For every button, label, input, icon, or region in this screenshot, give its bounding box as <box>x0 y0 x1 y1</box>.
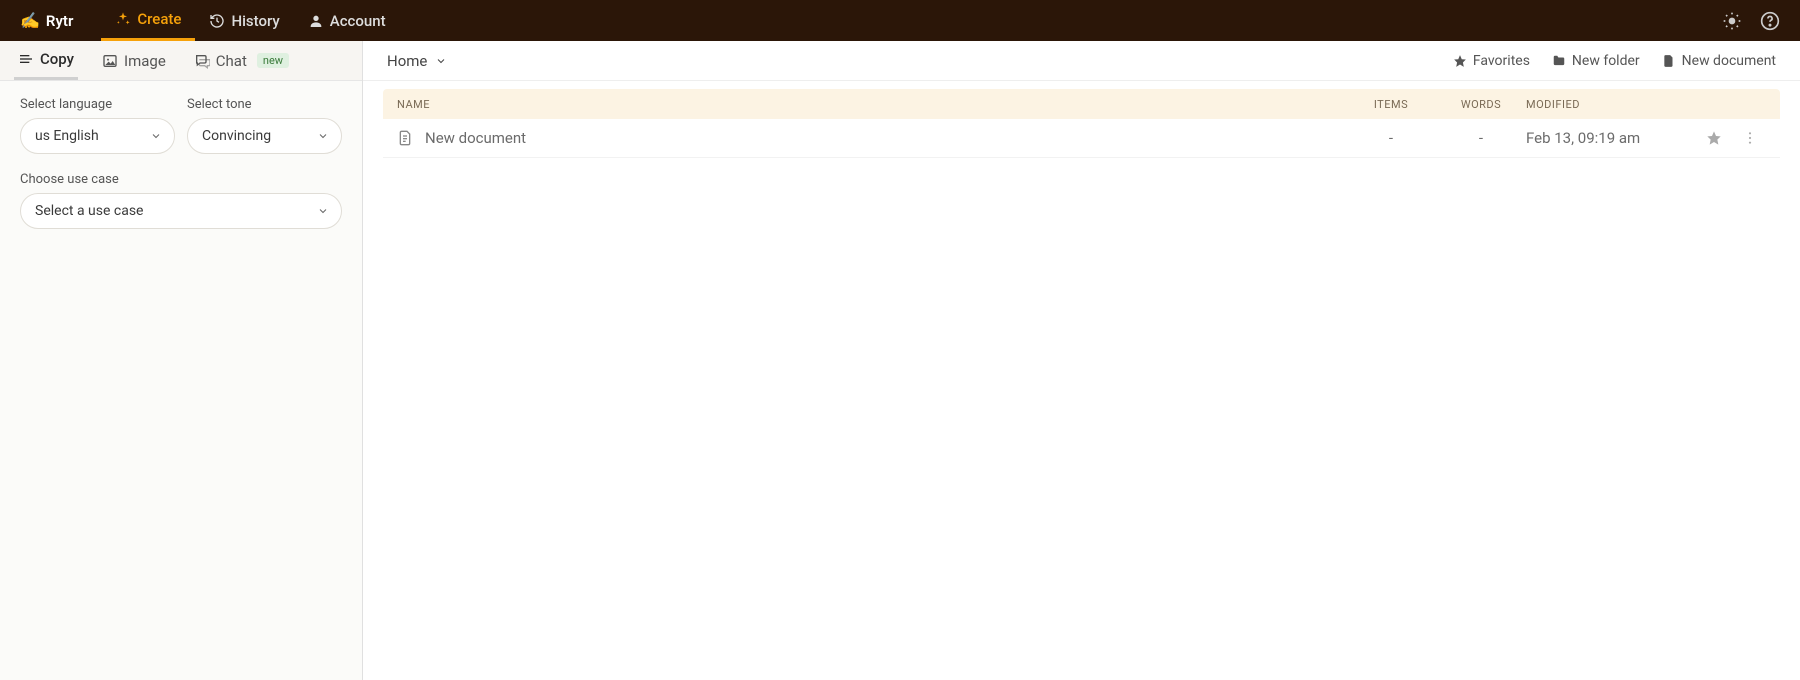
image-icon <box>102 53 118 69</box>
person-icon <box>308 13 324 29</box>
col-words-header: Words <box>1436 98 1526 111</box>
row-modified: Feb 13, 09:19 am <box>1526 129 1686 147</box>
row-words: - <box>1436 129 1526 147</box>
subtab-image[interactable]: Image <box>98 41 170 80</box>
new-folder-label: New folder <box>1572 53 1640 69</box>
language-label: Select language <box>20 97 175 112</box>
subtab-copy-label: Copy <box>40 50 74 68</box>
col-name-header: Name <box>397 98 1346 111</box>
folder-plus-icon <box>1552 54 1566 68</box>
col-items-header: Items <box>1346 98 1436 111</box>
tone-select-value: Convincing <box>202 128 271 144</box>
new-folder-button[interactable]: New folder <box>1552 53 1640 69</box>
new-document-button[interactable]: New document <box>1662 53 1776 69</box>
subtab-chat-label: Chat <box>216 52 247 70</box>
history-icon <box>209 13 225 29</box>
table-row[interactable]: New document - - Feb 13, 09:19 am <box>383 119 1780 158</box>
tone-select[interactable]: Convincing <box>187 118 342 154</box>
nav-create[interactable]: Create <box>101 0 195 41</box>
row-items: - <box>1346 129 1436 147</box>
brand-logo-icon: ✍️ <box>20 11 40 30</box>
brand[interactable]: ✍️ Rytr <box>20 11 73 30</box>
subtab-image-label: Image <box>124 52 166 70</box>
chat-icon <box>194 53 210 69</box>
chevron-down-icon <box>317 130 329 142</box>
breadcrumb[interactable]: Home <box>387 52 447 70</box>
tone-label: Select tone <box>187 97 342 112</box>
nav-account[interactable]: Account <box>294 0 400 41</box>
document-icon <box>397 130 413 146</box>
chevron-down-icon <box>435 55 447 67</box>
content-toolbar: Home Favorites New folder New document <box>363 41 1800 81</box>
favorites-button[interactable]: Favorites <box>1453 53 1530 69</box>
brand-name: Rytr <box>46 12 73 30</box>
new-document-label: New document <box>1682 53 1776 69</box>
breadcrumb-label: Home <box>387 52 427 70</box>
subtab-copy[interactable]: Copy <box>14 41 78 80</box>
language-select-value: us English <box>35 128 99 144</box>
help-icon[interactable] <box>1760 11 1780 31</box>
theme-toggle-icon[interactable] <box>1722 11 1742 31</box>
content-area: Home Favorites New folder New document <box>363 41 1800 680</box>
usecase-select[interactable]: Select a use case <box>20 193 342 229</box>
table-header: Name Items Words Modified <box>383 89 1780 119</box>
left-panel: Copy Image Chat new Select language us E… <box>0 41 363 680</box>
row-favorite-button[interactable] <box>1698 130 1730 146</box>
file-plus-icon <box>1662 54 1676 68</box>
row-more-button[interactable] <box>1734 130 1766 146</box>
favorites-label: Favorites <box>1473 53 1530 69</box>
chevron-down-icon <box>317 205 329 217</box>
chevron-down-icon <box>150 130 162 142</box>
menu-icon <box>18 51 34 67</box>
usecase-label: Choose use case <box>20 172 342 187</box>
col-modified-header: Modified <box>1526 98 1686 111</box>
star-icon <box>1706 130 1722 146</box>
language-select[interactable]: us English <box>20 118 175 154</box>
subtab-chat[interactable]: Chat new <box>190 41 293 80</box>
top-nav: ✍️ Rytr Create History Account <box>0 0 1800 41</box>
nav-history-label: History <box>231 12 279 30</box>
new-badge: new <box>257 53 289 68</box>
row-name: New document <box>425 129 526 147</box>
nav-account-label: Account <box>330 12 386 30</box>
subtabs: Copy Image Chat new <box>0 41 362 81</box>
nav-create-label: Create <box>137 10 181 28</box>
more-vertical-icon <box>1742 130 1758 146</box>
sparkle-icon <box>115 11 131 27</box>
usecase-select-value: Select a use case <box>35 203 143 219</box>
nav-history[interactable]: History <box>195 0 293 41</box>
star-icon <box>1453 54 1467 68</box>
